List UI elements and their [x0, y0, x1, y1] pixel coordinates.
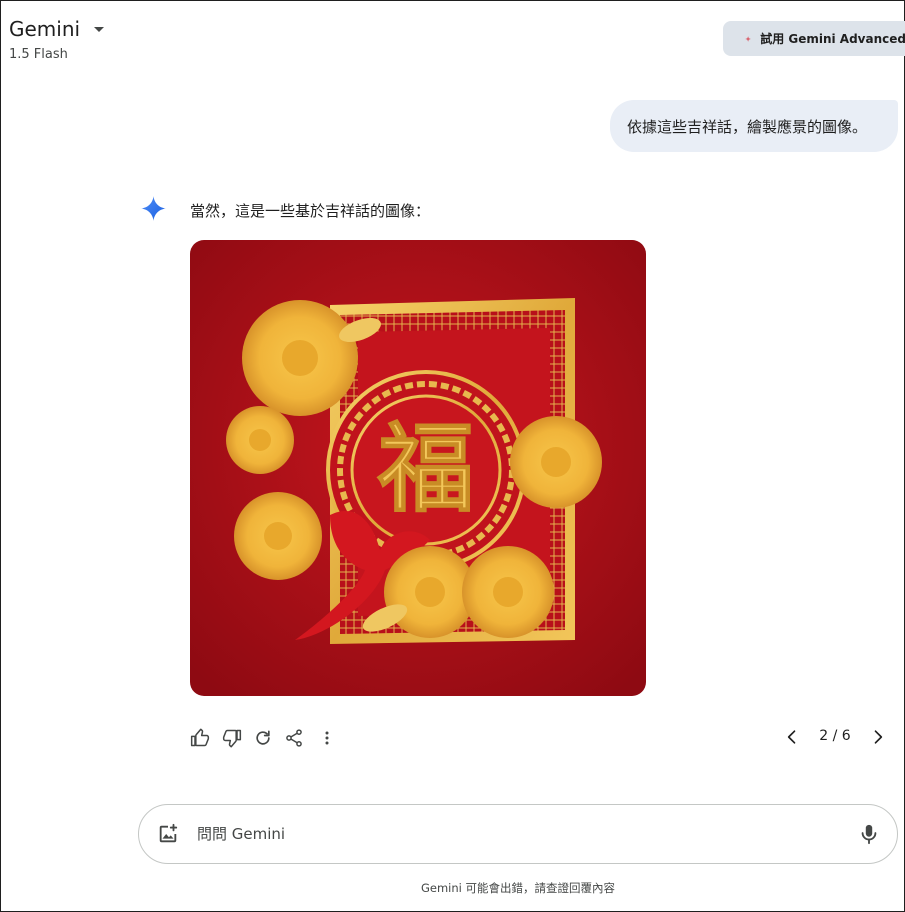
chevron-right-icon — [874, 730, 883, 744]
fu-character: 福 — [377, 412, 474, 525]
previous-draft-button[interactable] — [782, 727, 802, 747]
model-switcher[interactable]: Gemini — [9, 17, 105, 41]
app-window: Gemini 1.5 Flash 試用 Gemini Advanced 依據這些… — [0, 0, 905, 912]
sparkle-icon — [745, 35, 751, 42]
disclaimer: Gemini 可能會出錯，請查證回覆內容 — [420, 881, 616, 895]
next-draft-button[interactable] — [868, 727, 888, 747]
chevron-down-icon — [94, 26, 105, 32]
draft-counter: 2 / 6 — [819, 728, 851, 744]
thumbs-down-icon[interactable] — [222, 728, 242, 748]
model-name: Gemini — [9, 17, 81, 41]
flower — [242, 300, 358, 416]
share-icon[interactable] — [284, 728, 304, 748]
try-advanced-label: 試用 Gemini Advanced — [760, 32, 905, 46]
prompt-input[interactable] — [197, 819, 837, 849]
prompt-bar — [138, 804, 898, 864]
microphone-icon[interactable] — [858, 822, 880, 846]
thumbs-up-icon[interactable] — [190, 728, 210, 748]
chevron-left-icon — [787, 730, 796, 744]
gemini-sparkle-icon — [141, 196, 166, 221]
model-version: 1.5 Flash — [9, 47, 68, 62]
image-upload-icon[interactable] — [157, 823, 179, 845]
user-message: 依據這些吉祥話，繪製應景的圖像。 — [610, 100, 898, 152]
generated-image[interactable]: 福 — [190, 240, 646, 696]
response-text: 當然，這是一些基於吉祥話的圖像： — [190, 202, 431, 220]
try-advanced-button[interactable]: 試用 Gemini Advanced — [723, 21, 905, 56]
regenerate-icon[interactable] — [253, 728, 273, 748]
more-vert-icon[interactable] — [317, 728, 337, 748]
